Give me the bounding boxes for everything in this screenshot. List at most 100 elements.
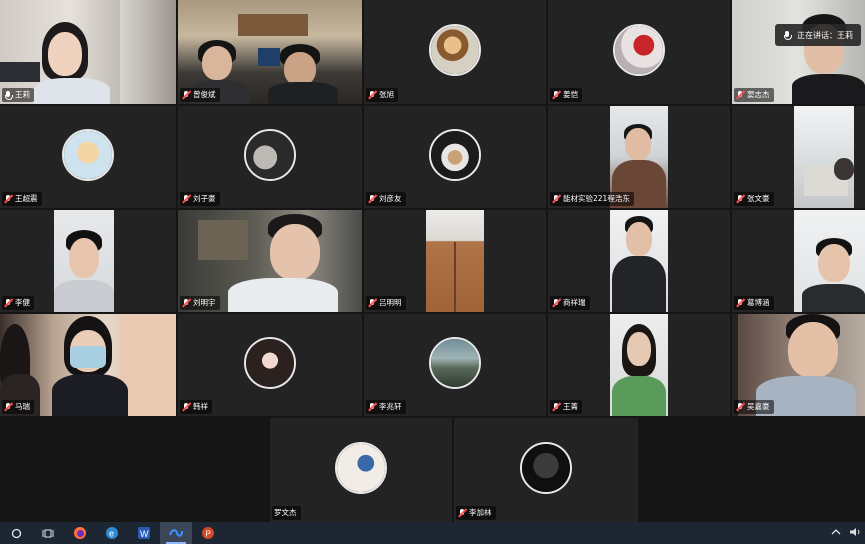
participant-tile-douzhijie[interactable]: 窦志杰 xyxy=(732,0,865,104)
participant-nametag: 葛博涵 xyxy=(734,296,774,310)
edge-icon[interactable]: e xyxy=(96,522,128,544)
person xyxy=(52,316,128,416)
participant-tile-hanxiang[interactable]: 韩祥 xyxy=(178,314,362,416)
participant-name: 王菁 xyxy=(563,402,578,411)
speaking-indicator-text: 正在讲话：王莉 xyxy=(797,30,853,40)
participant-name: 刘明宇 xyxy=(193,298,216,307)
microphone-muted-icon xyxy=(4,298,12,308)
participant-name: 窦志杰 xyxy=(747,90,770,99)
meeting-gallery: 王莉 曾俊斌 张旭 姜恺 窦志杰 正在讲话：王莉 王超震 刘子豪 刘彦友 能材实… xyxy=(0,0,865,522)
microphone-muted-icon xyxy=(458,508,466,518)
person xyxy=(34,22,110,104)
participant-nametag: 吴嘉豪 xyxy=(734,400,774,414)
participant-tile-gebohan[interactable]: 葛博涵 xyxy=(732,210,865,312)
person xyxy=(612,324,666,416)
participant-nametag: 李兆轩 xyxy=(366,400,406,414)
microphone-muted-icon xyxy=(368,194,376,204)
participant-tile-luowenjie[interactable]: 罗文杰 xyxy=(270,418,452,522)
participant-name: 张旭 xyxy=(379,90,394,99)
microphone-muted-icon xyxy=(736,298,744,308)
participant-tile-liuyanyou[interactable]: 刘彦友 xyxy=(364,106,546,208)
firefox-icon[interactable] xyxy=(64,522,96,544)
participant-name: 商祥瑞 xyxy=(563,298,586,307)
microphone-muted-icon xyxy=(182,402,190,412)
microphone-muted-icon xyxy=(552,298,560,308)
participant-tile-liumingyu[interactable]: 刘明宇 xyxy=(178,210,362,312)
participant-tile-chenghaodong[interactable]: 能材实验221程浩东 xyxy=(548,106,730,208)
word-icon[interactable]: W xyxy=(128,522,160,544)
microphone-muted-icon xyxy=(182,90,190,100)
system-tray xyxy=(831,522,861,544)
participant-name: 王超震 xyxy=(15,194,38,203)
participant-tile-wangli[interactable]: 王莉 xyxy=(0,0,176,104)
speaker-icon[interactable] xyxy=(849,527,861,540)
participant-nametag: 王超震 xyxy=(2,192,42,206)
person xyxy=(228,214,338,312)
microphone-muted-icon xyxy=(736,90,744,100)
chevron-up-icon[interactable] xyxy=(831,528,841,539)
video-feed xyxy=(426,210,484,312)
participant-nametag: 商祥瑞 xyxy=(550,296,590,310)
svg-text:P: P xyxy=(206,530,211,539)
participant-name: 姜恺 xyxy=(563,90,578,99)
avatar xyxy=(520,441,572,494)
video-feed xyxy=(794,106,854,208)
participant-tile-zhangxu[interactable]: 张旭 xyxy=(364,0,546,104)
participant-tile-wangjing[interactable]: 王菁 xyxy=(548,314,730,416)
svg-text:e: e xyxy=(109,529,114,539)
participant-tile-liuzihao[interactable]: 刘子豪 xyxy=(178,106,362,208)
microphone-muted-icon xyxy=(552,402,560,412)
video-feed xyxy=(54,210,114,312)
participant-tile-wangchaozhen[interactable]: 王超震 xyxy=(0,106,176,208)
participant-name: 李兆轩 xyxy=(379,402,402,411)
avatar xyxy=(244,336,296,389)
avatar xyxy=(429,23,481,76)
microphone-muted-icon xyxy=(368,298,376,308)
participant-tile-lijian[interactable]: 李健 xyxy=(0,210,176,312)
participant-nametag: 窦志杰 xyxy=(734,88,774,102)
participant-tile-jiangkai[interactable]: 姜恺 xyxy=(548,0,730,104)
task-view-icon[interactable] xyxy=(32,522,64,544)
microphone-muted-icon xyxy=(736,402,744,412)
participant-tile-lijialin[interactable]: 李加林 xyxy=(454,418,638,522)
participant-name: 刘彦友 xyxy=(379,194,402,203)
avatar xyxy=(429,128,481,181)
participant-name: 葛博涵 xyxy=(747,298,770,307)
participant-tile-wujiahao[interactable]: 吴嘉豪 xyxy=(732,314,865,416)
participant-nametag: 吕明明 xyxy=(366,296,406,310)
svg-text:W: W xyxy=(140,529,149,539)
microphone-muted-icon xyxy=(4,402,12,412)
participant-nametag: 张文豪 xyxy=(734,192,774,206)
participant-name: 李健 xyxy=(15,298,30,307)
participant-nametag: 张旭 xyxy=(366,88,398,102)
participant-tile-shangxiangrui[interactable]: 商祥瑞 xyxy=(548,210,730,312)
participant-nametag: 刘明宇 xyxy=(180,296,220,310)
participant-nametag: 韩祥 xyxy=(180,400,212,414)
participant-tile-zengjunbin[interactable]: 曾俊斌 xyxy=(178,0,362,104)
participant-nametag: 王莉 xyxy=(2,88,34,102)
participant-name: 马瑞 xyxy=(15,402,30,411)
participant-nametag: 李健 xyxy=(2,296,34,310)
participant-name: 李加林 xyxy=(469,508,492,517)
participant-tile-lizhaoxuan[interactable]: 李兆轩 xyxy=(364,314,546,416)
microphone-icon xyxy=(4,90,13,100)
microphone-muted-icon xyxy=(552,90,560,100)
participant-name: 张文豪 xyxy=(747,194,770,203)
video-feed xyxy=(610,210,668,312)
microphone-muted-icon xyxy=(4,194,12,204)
participant-nametag: 刘彦友 xyxy=(366,192,406,206)
participant-nametag: 刘子豪 xyxy=(180,192,220,206)
participant-name: 刘子豪 xyxy=(193,194,216,203)
start-icon[interactable] xyxy=(0,522,32,544)
windows-taskbar: e W P xyxy=(0,522,865,544)
microphone-muted-icon xyxy=(368,402,376,412)
video-feed xyxy=(794,210,865,312)
participant-nametag: 李加林 xyxy=(456,506,496,520)
powerpoint-icon[interactable]: P xyxy=(192,522,224,544)
tencent-meeting-icon[interactable] xyxy=(160,522,192,544)
participant-tile-lvmingming[interactable]: 吕明明 xyxy=(364,210,546,312)
participant-tile-marui[interactable]: 马瑞 xyxy=(0,314,176,416)
participant-nametag: 曾俊斌 xyxy=(180,88,220,102)
participant-nametag: 姜恺 xyxy=(550,88,582,102)
participant-tile-zhangwenhao[interactable]: 张文豪 xyxy=(732,106,865,208)
